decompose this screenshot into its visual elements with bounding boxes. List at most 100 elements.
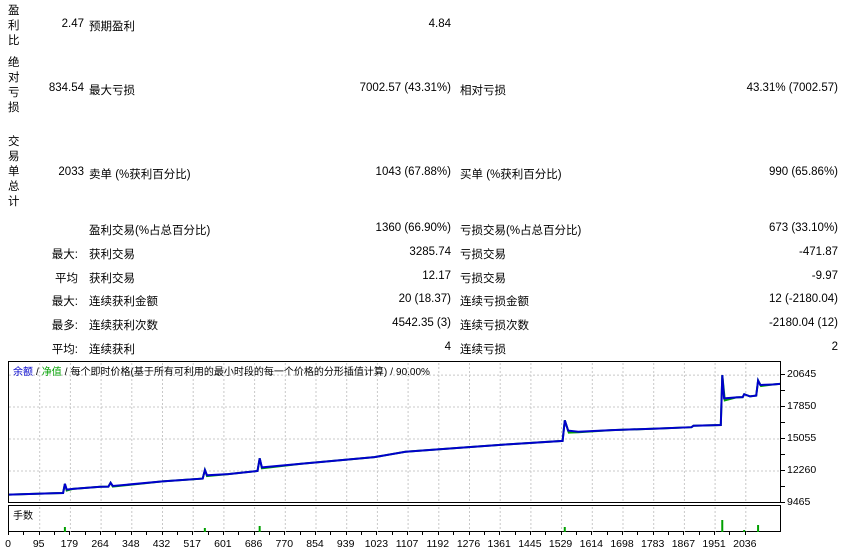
legend-balance-label: 余额 — [13, 367, 33, 378]
x-axis-minor-tick — [391, 531, 393, 535]
x-axis-tick — [8, 531, 9, 535]
y-axis-label: 15055 — [787, 432, 817, 445]
stat-label-1: 获利交易 — [89, 249, 135, 261]
x-axis-minor-tick — [115, 531, 117, 535]
x-axis-minor-tick — [361, 531, 363, 535]
stat-value-3: 2 — [831, 341, 838, 353]
x-axis-tick — [683, 531, 685, 535]
lots-panel: 手数 — [8, 505, 781, 532]
x-axis-tick — [622, 531, 623, 535]
stat-label-1: 最大亏损 — [89, 85, 135, 97]
x-axis-minor-tick — [54, 531, 56, 535]
stat-value-3: -2180.04 (12) — [768, 317, 838, 329]
stat-label-1: 盈利交易(%占总百分比) — [89, 225, 211, 237]
balance-line — [9, 375, 780, 496]
x-axis-tick — [468, 531, 470, 535]
stat-value-2: 1043 (67.88%) — [375, 166, 451, 178]
stat-prefix: 最多: — [51, 320, 78, 332]
x-axis-minor-tick — [207, 531, 209, 535]
y-axis-tick — [781, 390, 785, 392]
stat-label-1: 获利交易 — [89, 273, 135, 285]
x-axis-minor-tick — [330, 531, 332, 535]
x-axis-minor-tick — [238, 531, 240, 535]
x-axis-tick — [38, 531, 40, 535]
stat-value-2: 7002.57 (43.31%) — [359, 82, 451, 94]
x-axis-tick — [499, 531, 501, 535]
x-axis-minor-tick — [606, 531, 608, 535]
x-axis-minor-tick — [268, 531, 270, 535]
x-axis-tick — [253, 531, 255, 535]
x-axis-minor-tick — [453, 531, 455, 535]
chart-legend: 余额 / 净值 / 每个即时价格(基于所有可利用的最小时段的每一个价格的分形插值计算) /… — [13, 363, 430, 378]
y-axis-tick — [781, 374, 785, 376]
stat-value-2: 20 (18.37) — [398, 293, 451, 305]
y-axis-tick — [781, 406, 785, 408]
balance-chart: 余额 / 净值 / 每个即时价格(基于所有可利用的最小时段的每一个价格的分形插值计算) /… — [8, 361, 781, 503]
x-axis-tick — [560, 531, 562, 535]
stat-prefix: 最大: — [51, 249, 78, 261]
legend-separator: / — [390, 367, 394, 378]
x-axis-tick — [714, 531, 716, 535]
stat-label-1: 连续获利次数 — [89, 320, 158, 332]
equity-line — [9, 375, 780, 496]
stat-value-2: 4.84 — [428, 18, 451, 30]
stat-label-2: 相对亏损 — [460, 85, 506, 97]
x-axis-minor-tick — [545, 531, 547, 535]
x-axis-minor-tick — [176, 531, 178, 535]
x-axis-minor-tick — [575, 531, 577, 535]
x-axis-minor-tick — [729, 531, 731, 535]
legend-equity-label: 净值 — [41, 367, 62, 378]
y-axis-label: 17850 — [787, 400, 817, 413]
stat-value-1: 2033 — [58, 166, 84, 178]
x-axis-tick — [407, 531, 409, 535]
stat-prefix: 最大: — [51, 296, 78, 308]
stat-value-3: 12 (-2180.04) — [768, 293, 838, 305]
x-axis-tick — [100, 531, 102, 535]
x-axis-minor-tick — [146, 531, 148, 535]
x-axis-tick — [376, 531, 378, 535]
y-axis-tick — [781, 454, 785, 456]
stat-value-1: 2.47 — [61, 18, 84, 30]
x-axis-tick — [744, 531, 746, 535]
stat-value-3: -9.97 — [811, 270, 838, 282]
stat-label-1: 卖单 (%获利百分比) — [89, 169, 191, 181]
x-axis-minor-tick — [637, 531, 639, 535]
stat-value-3: 673 (33.10%) — [768, 222, 838, 234]
x-axis-minor-tick — [668, 531, 670, 535]
y-axis-tick — [781, 438, 785, 440]
stat-label-2: 买单 (%获利百分比) — [460, 169, 562, 181]
lots-svg — [39, 507, 760, 532]
backtest-report: 盈利比 绝对亏损 交易单总计 2.47 预期盈利 4.84 834.54 最大亏损 700… — [0, 0, 845, 559]
x-axis-minor-tick — [698, 531, 700, 535]
legend-separator: / — [64, 367, 68, 378]
x-axis-tick — [161, 531, 163, 535]
x-axis-minor-tick — [514, 531, 516, 535]
x-axis-tick — [130, 531, 132, 535]
balance-curve-svg — [9, 363, 780, 503]
y-axis-tick — [781, 422, 785, 424]
stat-label-2: 连续亏损次数 — [460, 320, 529, 332]
stat-value-3: 43.31% (7002.57) — [746, 82, 838, 94]
y-axis-tick — [781, 470, 785, 472]
stat-value-2: 1360 (66.90%) — [375, 222, 451, 234]
lots-panel-label: 手数 — [13, 511, 33, 522]
stat-prefix: 平均 — [55, 273, 78, 285]
y-axis-label: 20645 — [787, 368, 817, 381]
x-axis-tick — [192, 531, 194, 535]
x-axis-tick — [315, 531, 316, 535]
stat-label-1: 连续获利金额 — [89, 296, 158, 308]
x-axis-minor-tick — [23, 531, 25, 535]
stat-value-2: 3285.74 — [409, 246, 451, 258]
x-axis-tick — [345, 531, 347, 535]
y-axis-tick — [781, 502, 785, 503]
x-axis-minor-tick — [84, 531, 86, 535]
stat-label-2: 亏损交易(%占总百分比) — [460, 225, 582, 237]
stat-label-1: 连续获利 — [89, 344, 135, 356]
stat-label-2: 连续亏损 — [460, 344, 506, 356]
x-axis-tick — [69, 531, 71, 535]
y-axis-tick — [781, 486, 785, 487]
stat-label-2: 连续亏损金额 — [460, 296, 529, 308]
x-axis-tick — [529, 531, 531, 535]
x-axis-label: 2036 — [733, 538, 757, 550]
x-axis-tick — [652, 531, 654, 535]
